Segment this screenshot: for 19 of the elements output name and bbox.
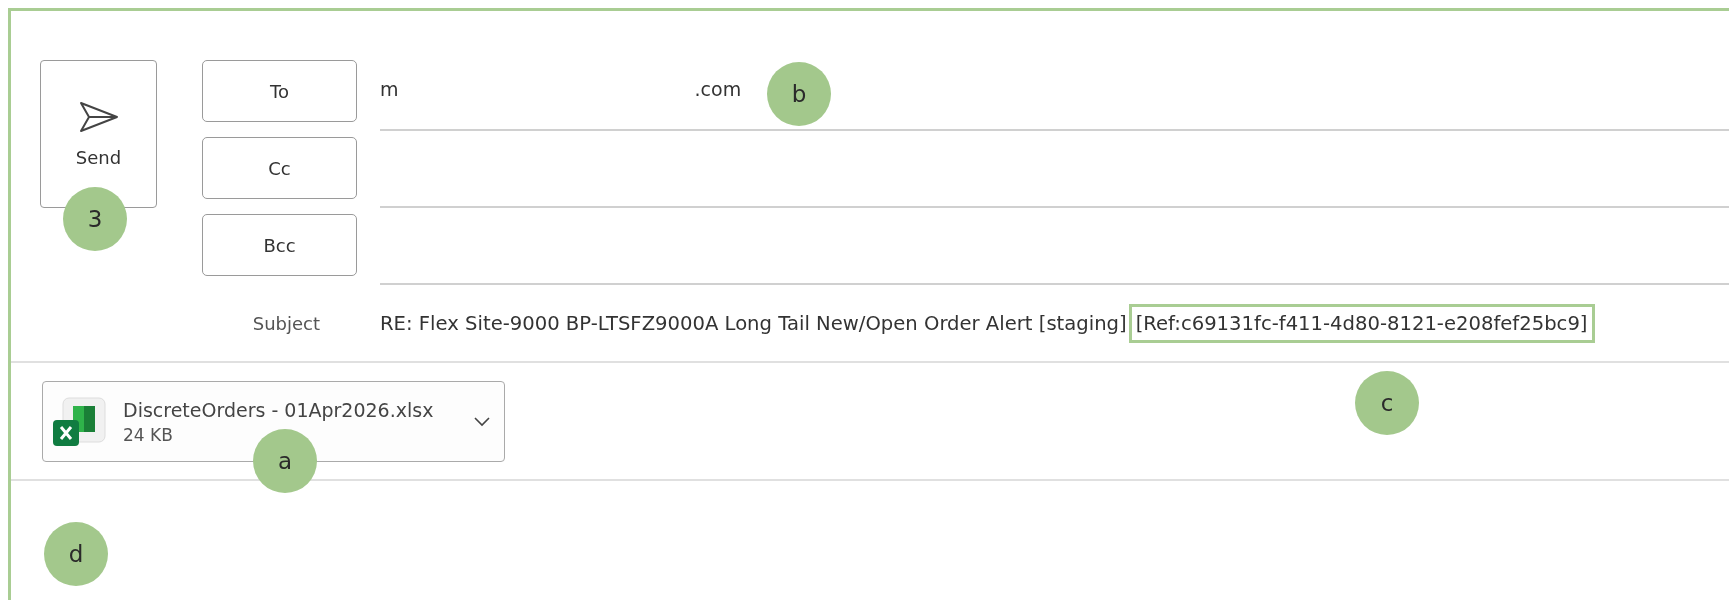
send-icon	[78, 100, 119, 133]
chevron-down-icon[interactable]	[474, 416, 490, 427]
recipient-button[interactable]: Bcc	[202, 214, 357, 276]
subject-text: RE: Flex Site-9000 BP-LTSFZ9000A Long Tail New/Open Order Alert [staging]	[380, 311, 1127, 335]
recipient-text: .com	[694, 77, 742, 100]
annotation-marker: 3	[63, 187, 127, 251]
annotation-marker: b	[767, 62, 831, 126]
annotation-marker: c	[1355, 371, 1419, 435]
attachment-name: DiscreteOrders - 01Apr2026.xlsx	[123, 398, 435, 421]
subject-label: Subject	[252, 312, 320, 334]
reference-text: [Ref:c69131fc-f411-4d80-8121-e208fef25bc9]	[1128, 303, 1595, 343]
recipient-button[interactable]: To	[202, 60, 357, 122]
recipient-button[interactable]: Cc	[202, 137, 357, 199]
spreadsheet-file-icon	[51, 395, 109, 448]
annotation-marker: d	[44, 522, 108, 586]
send-button[interactable]: Send	[40, 60, 157, 208]
subject-field[interactable]: RE: Flex Site-9000 BP-LTSFZ9000A Long Tail New/Open Order Alert [staging] [Ref:c69131fc-f411-4d80-8121-e208fef25bc9]	[380, 301, 1595, 345]
recipient-text: m	[380, 77, 399, 100]
attachment-size: 24 KB	[123, 424, 174, 445]
